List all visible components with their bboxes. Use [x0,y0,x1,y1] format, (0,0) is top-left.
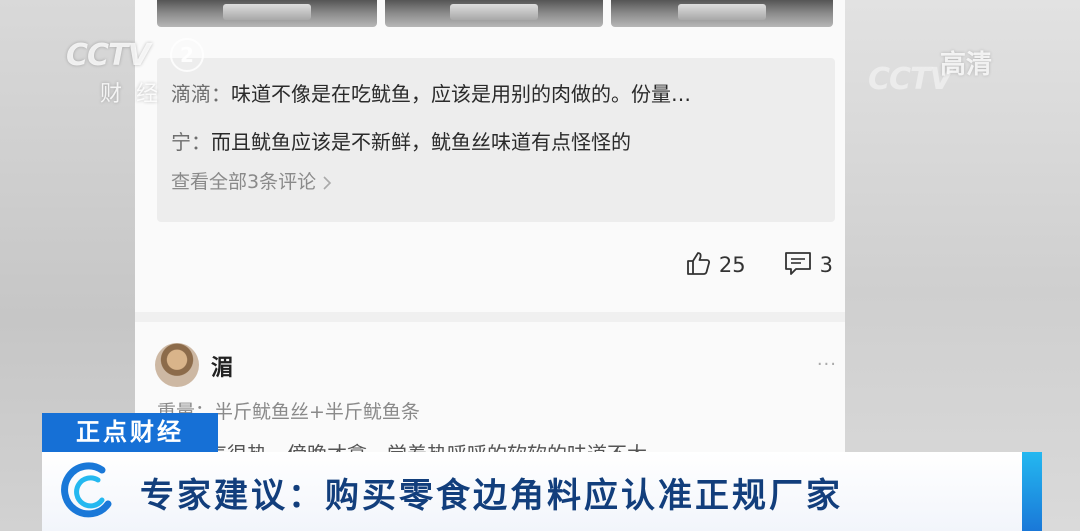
ticker-accent-bar [1022,452,1042,531]
card-divider [135,312,845,322]
post-photo-1[interactable] [157,0,377,27]
thumbs-up-icon [685,250,711,281]
weight-value: 半斤鱿鱼丝+半斤鱿鱼条 [214,401,420,423]
comment-line-2: 宁：而且鱿鱼应该是不新鲜，鱿鱼丝味道有点怪怪的 [171,126,631,155]
like-button[interactable]: 25 [685,250,746,281]
comment-icon [784,250,812,281]
channel-logo: CCTV [66,38,151,73]
view-all-label: 查看全部3条评论 [171,171,317,193]
avatar[interactable] [155,343,199,387]
post-photo-2[interactable] [385,0,603,27]
program-name-badge: 正点财经 [42,413,218,452]
headline-text: 专家建议：购买零食边角料应认准正规厂家 [140,476,843,516]
comment-author: 宁： [171,130,211,154]
comment-count: 3 [819,253,833,277]
cctv-finance-icon [58,460,120,522]
comment-line-1: 滴滴：味道不像是在吃鱿鱼，应该是用别的肉做的。份量… [171,78,691,107]
chevron-right-icon [322,171,332,193]
post-card: 滴滴：味道不像是在吃鱿鱼，应该是用别的肉做的。份量… 宁：而且鱿鱼应该是不新鲜，… [135,0,845,312]
review-username[interactable]: 湄 [211,350,233,382]
comment-preview-box: 滴滴：味道不像是在吃鱿鱼，应该是用别的肉做的。份量… 宁：而且鱿鱼应该是不新鲜，… [157,58,835,222]
comment-text: 味道不像是在吃鱿鱼，应该是用别的肉做的。份量… [231,82,691,106]
more-options-icon[interactable]: ··· [817,354,837,375]
view-all-comments-link[interactable]: 查看全部3条评论 [171,167,332,194]
channel-subtitle: 财经 [100,82,173,107]
comment-text: 而且鱿鱼应该是不新鲜，鱿鱼丝味道有点怪怪的 [211,130,631,154]
hd-badge: 高清 [940,50,993,80]
like-count: 25 [718,253,746,277]
post-stats: 25 3 [685,250,833,280]
comment-author: 滴滴： [171,82,231,106]
channel-number: 2 [170,38,204,72]
comment-button[interactable]: 3 [784,250,833,281]
post-photo-3[interactable] [611,0,833,27]
